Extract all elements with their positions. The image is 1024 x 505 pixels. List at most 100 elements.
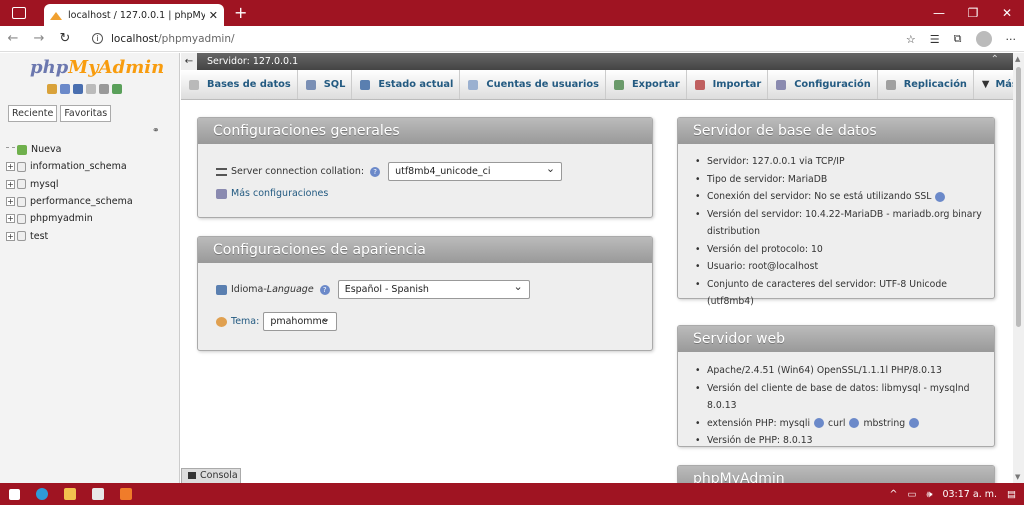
expand-icon[interactable]: + xyxy=(6,197,15,207)
page-scrollbar[interactable]: ▲ ▼ xyxy=(1013,53,1024,483)
phpmyadmin-logo[interactable]: phpMyAdmin xyxy=(30,57,164,78)
help-icon[interactable]: ? xyxy=(319,284,330,295)
card-title: Configuraciones generales xyxy=(198,118,652,144)
tab-user-accounts[interactable]: Cuentas de usuarios xyxy=(460,70,606,99)
card-title: Configuraciones de apariencia xyxy=(198,237,652,263)
xampp-icon xyxy=(120,488,132,500)
chevron-up-icon[interactable]: ^ xyxy=(890,489,898,500)
browser-titlebar: localhost / 127.0.0.1 | phpMyAdmin ✕ + —… xyxy=(0,0,1024,26)
recent-tab[interactable]: Reciente xyxy=(8,105,58,122)
taskbar-store[interactable] xyxy=(84,483,112,505)
expand-icon[interactable]: + xyxy=(6,179,15,189)
minimize-icon[interactable]: — xyxy=(922,0,956,26)
docs-icon[interactable] xyxy=(86,84,96,94)
network-icon[interactable]: ▭ xyxy=(907,489,916,500)
reload-icon[interactable]: ↻ xyxy=(52,31,78,46)
help-icon[interactable]: ? xyxy=(370,166,381,177)
tree-item-test[interactable]: + test xyxy=(6,227,133,244)
help-icon[interactable] xyxy=(849,418,860,428)
taskbar-edge[interactable] xyxy=(28,483,56,505)
theme-select[interactable]: pmahomme xyxy=(263,310,338,331)
tree-item-phpmyadmin[interactable]: + phpmyadmin xyxy=(6,210,133,227)
url-field[interactable]: localhost/phpmyadmin/ xyxy=(111,33,235,45)
link-with-main-icon[interactable]: ⚭ xyxy=(152,126,160,136)
help-icon[interactable] xyxy=(73,84,83,94)
refresh-icon[interactable] xyxy=(112,84,122,94)
server-breadcrumb[interactable]: Servidor: 127.0.0.1 xyxy=(207,56,298,67)
tab-export[interactable]: Exportar xyxy=(606,70,687,99)
restore-icon[interactable]: ❐ xyxy=(956,0,990,26)
database-icon xyxy=(17,196,26,207)
collapse-nav-icon[interactable]: ← xyxy=(181,53,197,70)
tree-item-mysql[interactable]: + mysql xyxy=(6,176,133,193)
expand-icon[interactable]: + xyxy=(6,231,15,241)
home-icon[interactable] xyxy=(47,84,57,94)
scroll-up-icon[interactable]: ▲ xyxy=(1015,55,1020,63)
more-options-icon[interactable]: ··· xyxy=(1006,33,1017,46)
tab-close-icon[interactable]: ✕ xyxy=(209,9,218,22)
notifications-icon[interactable]: ▤ xyxy=(1007,489,1016,500)
back-icon[interactable]: ← xyxy=(0,31,26,46)
taskbar-explorer[interactable] xyxy=(56,483,84,505)
export-icon xyxy=(613,79,624,90)
windows-icon xyxy=(8,488,20,500)
list-icon xyxy=(216,167,227,176)
collation-select[interactable]: utf8mb4_unicode_ci xyxy=(388,160,563,181)
tree-item-performance-schema[interactable]: + performance_schema xyxy=(6,193,133,210)
tab-databases[interactable]: Bases de datos xyxy=(181,70,298,99)
main-content: ← Servidor: 127.0.0.1 ⌃ Bases de datos S… xyxy=(181,53,1013,483)
volume-icon[interactable]: 🕪 xyxy=(926,489,932,500)
scroll-thumb[interactable] xyxy=(1016,67,1021,327)
settings-gear-icon[interactable] xyxy=(99,84,109,94)
help-icon[interactable] xyxy=(814,418,825,428)
close-window-icon[interactable]: ✕ xyxy=(990,0,1024,26)
expand-icon[interactable]: + xyxy=(6,162,15,172)
phpmyadmin-card: phpMyAdmin xyxy=(677,465,995,483)
logout-icon[interactable] xyxy=(60,84,70,94)
site-info-icon[interactable]: i xyxy=(92,33,103,44)
favorites-bar-icon[interactable]: ☰ xyxy=(930,33,940,46)
language-select[interactable]: Español - Spanish xyxy=(337,278,530,299)
tab-sql[interactable]: SQL xyxy=(298,70,353,99)
list-item: Tipo de servidor: MariaDB xyxy=(695,171,990,189)
taskbar-xampp[interactable] xyxy=(112,483,140,505)
expand-icon[interactable]: + xyxy=(6,214,15,224)
console-toggle[interactable]: Consola xyxy=(181,468,241,483)
collections-icon[interactable]: ⧉ xyxy=(954,32,962,46)
window-menu-icon[interactable] xyxy=(12,7,26,19)
database-icon xyxy=(17,231,26,242)
tree-item-information-schema[interactable]: + information_schema xyxy=(6,158,133,175)
tab-import[interactable]: Importar xyxy=(687,70,769,99)
wrench-icon xyxy=(216,188,227,199)
profile-avatar[interactable] xyxy=(975,31,992,47)
general-settings-card: Configuraciones generales Server connect… xyxy=(197,117,653,218)
more-settings-link[interactable]: Más configuraciones xyxy=(231,188,328,199)
tab-more[interactable]: ▼Más xyxy=(974,70,1013,99)
databases-icon xyxy=(189,79,199,90)
edge-icon xyxy=(36,488,48,500)
tab-status[interactable]: Estado actual xyxy=(352,70,461,99)
server-breadcrumb-bar: ← Servidor: 127.0.0.1 ⌃ xyxy=(181,53,1013,70)
new-tab-button[interactable]: + xyxy=(234,5,247,21)
system-tray: ^ ▭ 🕪 03:17 a. m. ▤ xyxy=(890,483,1016,505)
scroll-down-icon[interactable]: ▼ xyxy=(1015,473,1020,481)
database-icon xyxy=(17,179,26,190)
tab-settings[interactable]: Configuración xyxy=(768,70,878,99)
favorite-star-icon[interactable]: ☆ xyxy=(906,33,916,46)
start-button[interactable] xyxy=(0,483,28,505)
favorites-tab[interactable]: Favoritas xyxy=(60,105,112,122)
sql-icon xyxy=(305,79,316,90)
forward-icon[interactable]: → xyxy=(26,31,52,46)
tree-item-new[interactable]: Nueva xyxy=(6,141,133,158)
list-item: Versión del protocolo: 10 xyxy=(695,241,990,259)
help-icon[interactable] xyxy=(909,418,920,428)
browser-tab[interactable]: localhost / 127.0.0.1 | phpMyAdmin ✕ xyxy=(44,4,224,26)
windows-taskbar: ^ ▭ 🕪 03:17 a. m. ▤ xyxy=(0,483,1024,505)
address-bar: ← → ↻ i localhost/phpmyadmin/ ☆ ☰ ⧉ ··· xyxy=(0,26,1024,52)
collapse-top-icon[interactable]: ⌃ xyxy=(991,54,999,65)
tab-replication[interactable]: Replicación xyxy=(878,70,974,99)
replication-icon xyxy=(885,79,896,90)
clock[interactable]: 03:17 a. m. xyxy=(942,489,997,500)
help-icon[interactable] xyxy=(935,191,946,202)
palette-icon xyxy=(216,316,227,327)
